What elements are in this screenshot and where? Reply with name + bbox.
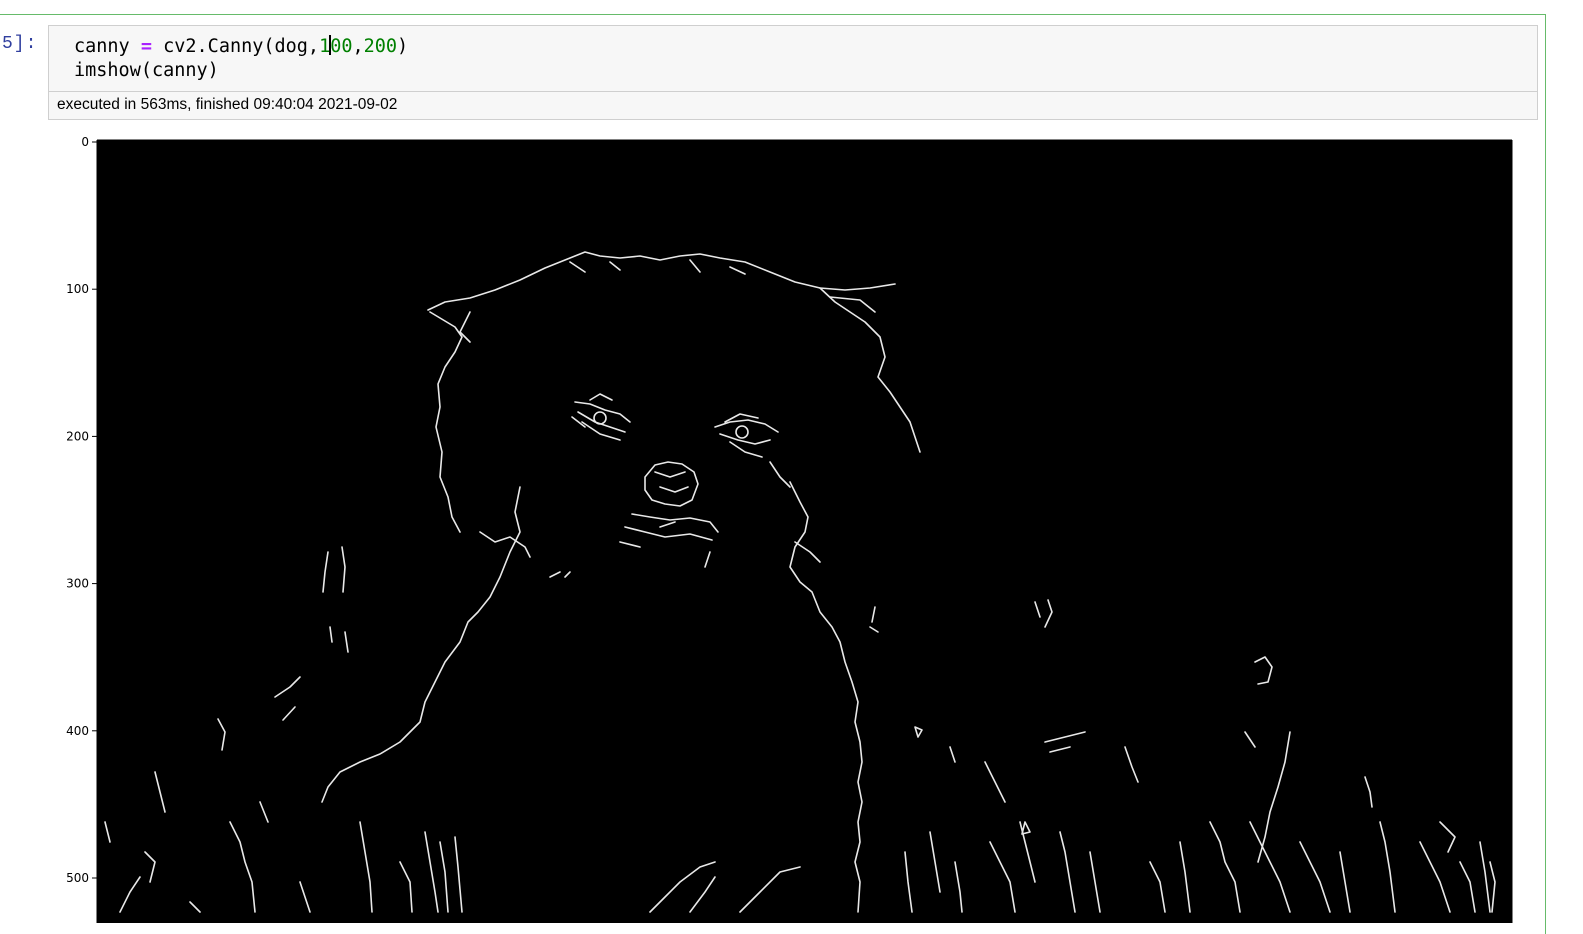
execution-info: executed in 563ms, finished 09:40:04 202… [48,92,1538,120]
code-call: cv2.Canny(dog, [163,36,320,57]
code-editor[interactable]: canny = cv2.Canny(dog,100,200) imshow(ca… [48,25,1538,92]
y-ticks: 0 100 200 300 400 500 [66,135,97,885]
code-variable: canny [74,36,130,57]
y-tick-label: 300 [66,577,89,591]
code-arg-2: 200 [363,36,398,57]
y-tick-label: 200 [66,429,89,443]
code-line-2[interactable]: imshow(canny) [74,60,219,81]
code-separator: , [352,36,364,57]
code-operator: = [140,36,152,57]
y-tick-label: 0 [81,135,89,149]
output-plot: 0 100 200 300 400 500 [66,135,1513,923]
code-arg-1b: 00 [330,36,353,57]
code-close-paren: ) [397,36,409,57]
y-tick-label: 500 [66,871,89,885]
code-line-1[interactable]: canny = cv2.Canny(dog,100,200) [74,35,408,57]
y-tick-label: 100 [66,282,89,296]
cell-prompt: 5]: [2,34,38,54]
y-tick-label: 400 [66,724,89,738]
